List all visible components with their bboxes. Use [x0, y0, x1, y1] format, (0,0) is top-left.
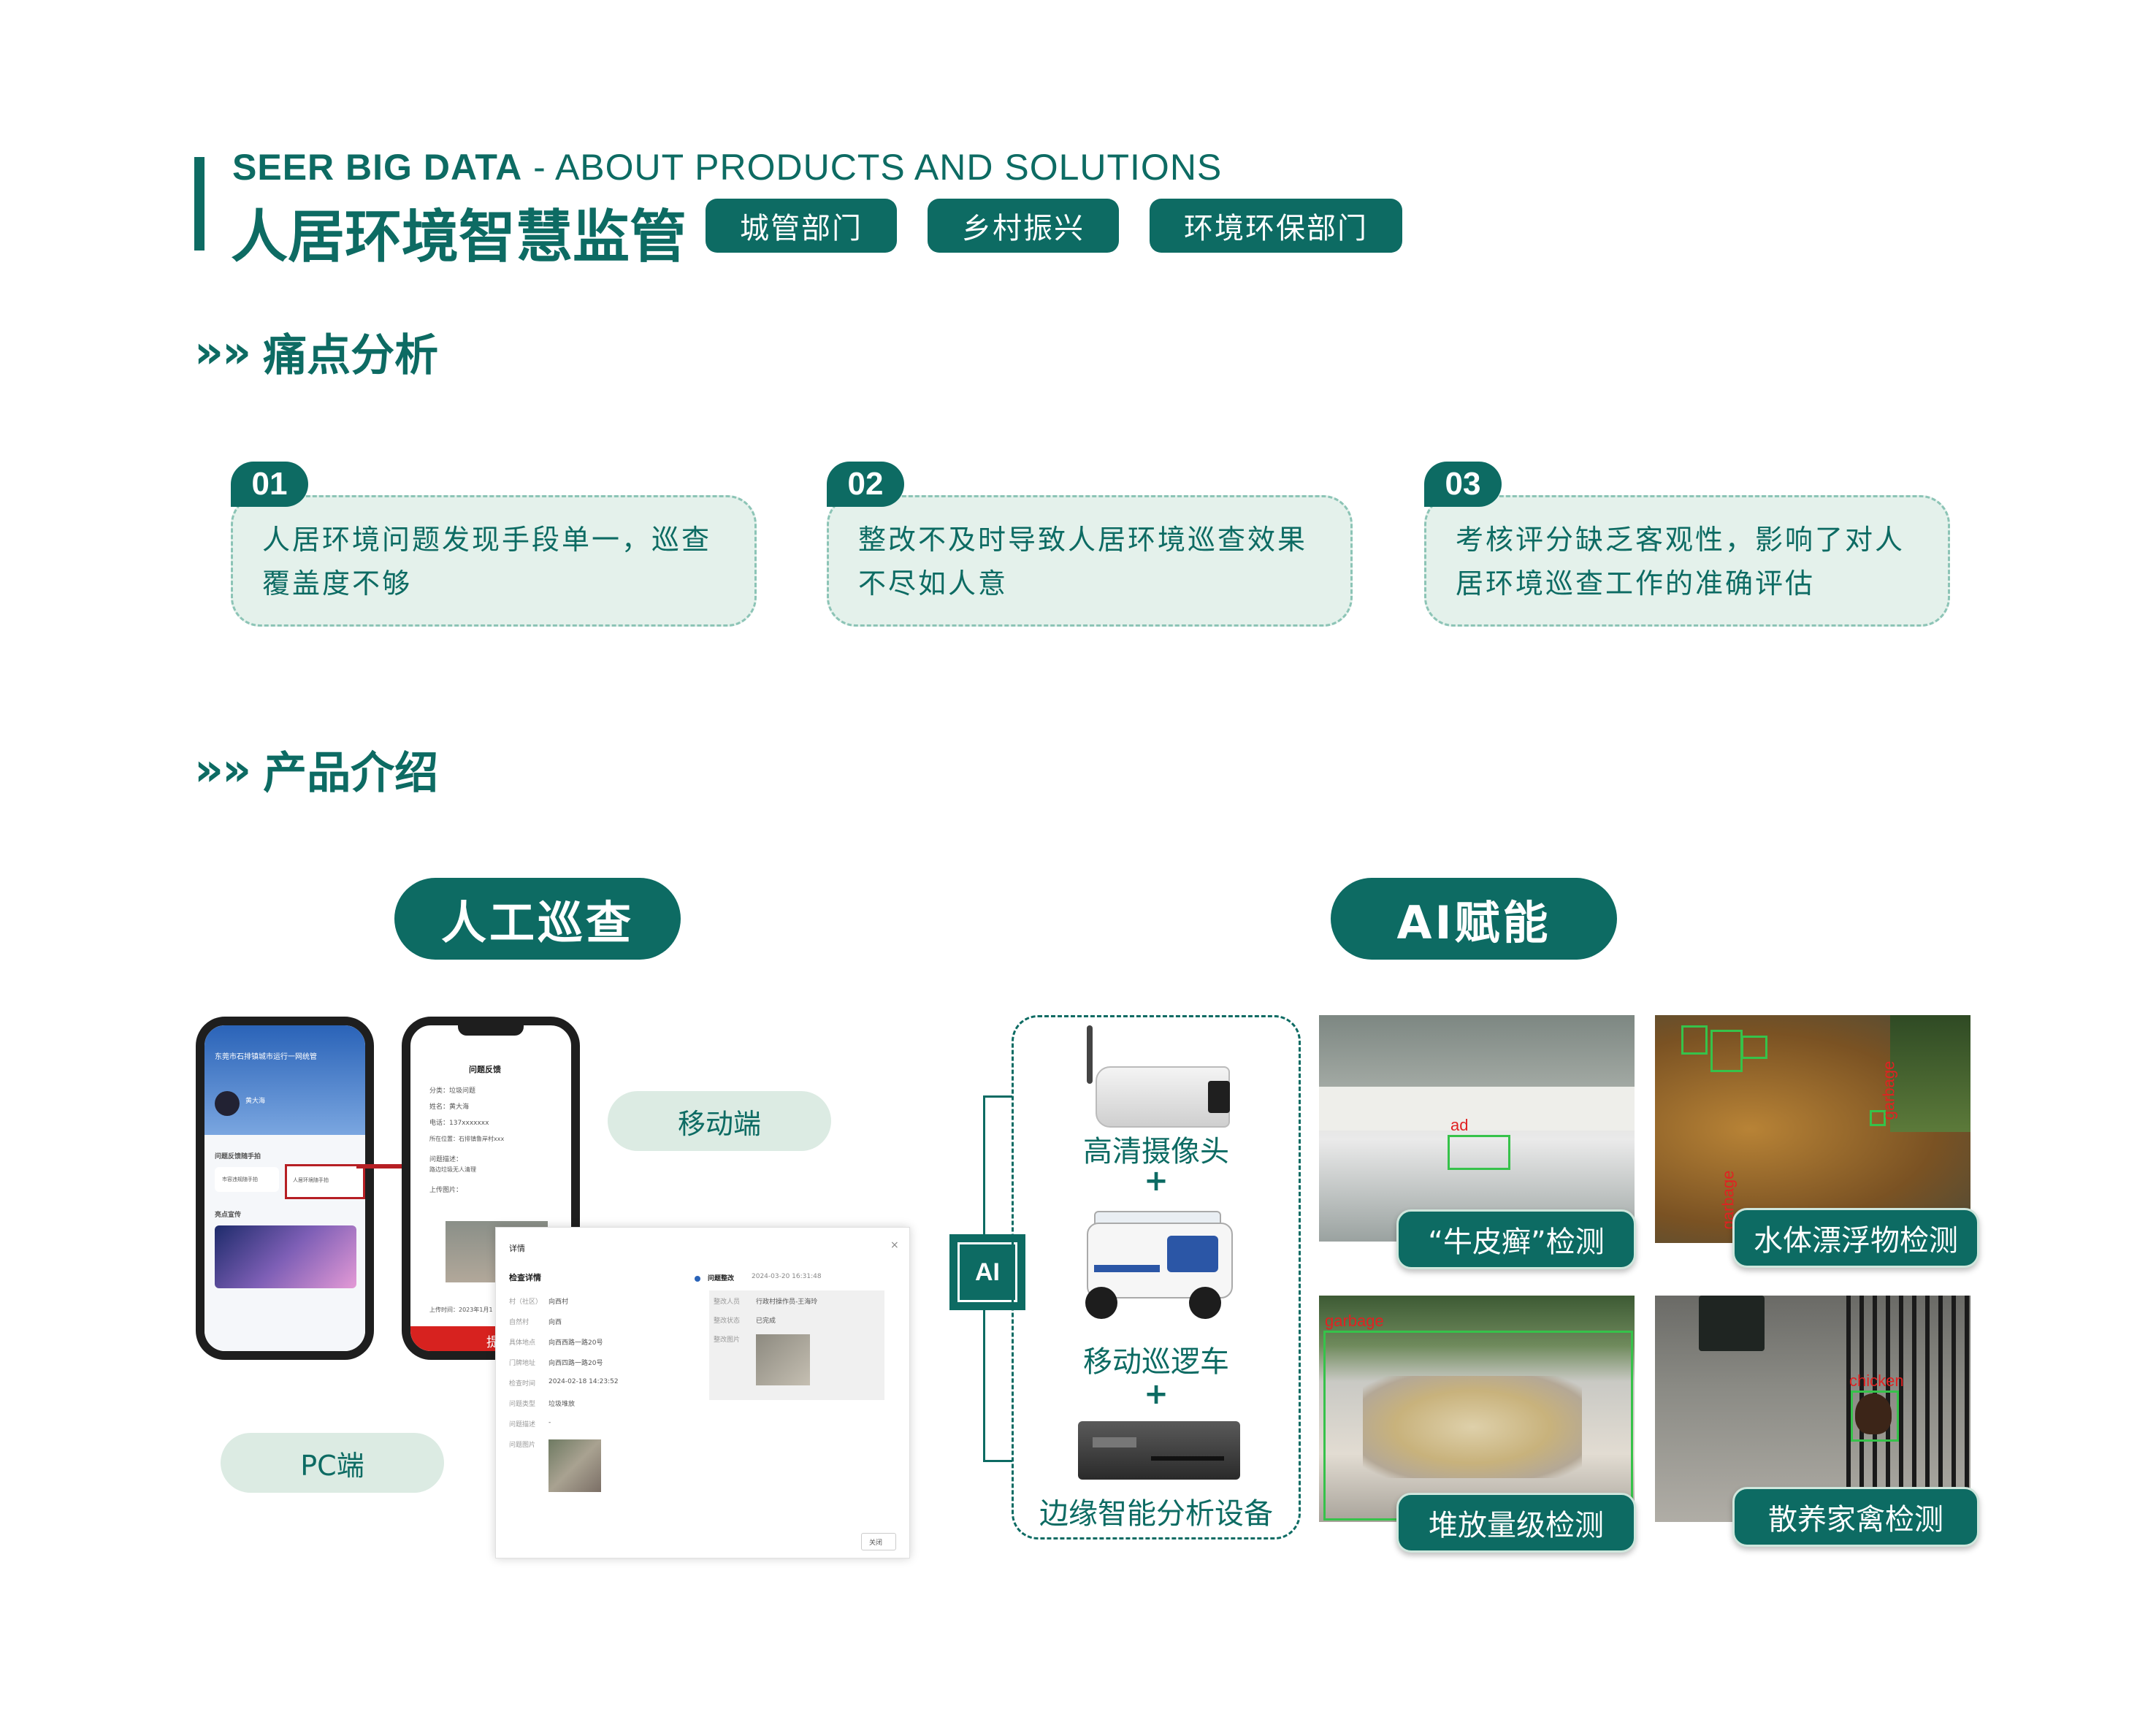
- field-label: 问题描述: [509, 1421, 536, 1428]
- pain-number-badge: 01: [231, 462, 308, 507]
- field-value: 向西西路一路20号: [548, 1339, 603, 1347]
- brand-subtitle: - ABOUT PRODUCTS AND SOLUTIONS: [522, 147, 1223, 188]
- form-row: 上传图片：: [429, 1187, 463, 1194]
- form-row: 问题描述：: [429, 1156, 463, 1163]
- rectify-title: 问题整改: [708, 1275, 735, 1282]
- env-report-button[interactable]: 人居环境随手拍: [285, 1164, 365, 1199]
- report-button[interactable]: 市容违规随手拍: [215, 1167, 279, 1192]
- mobile-phone-home: 东莞市石排镇城市运行一网统管 黄大海 问题反馈随手拍 市容违规随手拍 人居环境随…: [196, 1017, 374, 1360]
- field-value: 向西: [548, 1319, 562, 1326]
- detection-label-poultry: 散养家禽检测: [1732, 1487, 1979, 1547]
- rectify-panel: 整改人员 行政村操作员-王海玲 整改状态 已完成 整改图片: [709, 1290, 884, 1400]
- section-title: 产品介绍: [263, 748, 439, 799]
- ai-empower-pill: AI赋能: [1331, 878, 1617, 960]
- chevron-double-right-icon: »: [222, 325, 251, 378]
- field-value: -: [548, 1419, 551, 1426]
- problem-image[interactable]: [548, 1439, 601, 1492]
- close-icon[interactable]: ×: [890, 1239, 899, 1251]
- detection-photo-ad: ad: [1319, 1015, 1635, 1242]
- section-pain-points: » » 痛点分析: [194, 320, 438, 383]
- pain-number-badge: 03: [1424, 462, 1502, 507]
- field-label: 检查时间: [509, 1380, 536, 1388]
- field-label: 自然村: [509, 1319, 530, 1326]
- chevron-double-right-icon: »: [194, 743, 223, 796]
- device-label: 边缘智能分析设备: [1039, 1497, 1273, 1531]
- field-label: 问题类型: [509, 1401, 536, 1408]
- field-label: 村（社区）: [509, 1298, 543, 1306]
- pain-text: 整改不及时导致人居环境巡查效果不尽如人意: [858, 524, 1308, 600]
- tag-rural-revitalization: 乡村振兴: [928, 199, 1119, 253]
- pc-detail-window: 详情 × 检查详情 村（社区） 向西村 自然村 向西 具体地点 向西西路一路20…: [495, 1227, 910, 1558]
- avatar: [215, 1091, 240, 1116]
- pain-card-1: 人居环境问题发现手段单一，巡查覆盖度不够: [231, 495, 757, 627]
- brand-name: SEER BIG DATA: [232, 147, 523, 188]
- mobile-label-pill: 移动端: [608, 1091, 831, 1151]
- section-label: 问题反馈随手拍: [215, 1153, 261, 1160]
- section-product-intro: » » 产品介绍: [194, 738, 438, 801]
- field-label: 问题图片: [509, 1442, 536, 1449]
- user-name: 黄大海: [245, 1098, 266, 1105]
- form-row: 分类：垃圾问题: [429, 1087, 476, 1095]
- tag-urban-management: 城管部门: [706, 199, 897, 253]
- field-label: 具体地点: [509, 1339, 536, 1347]
- detection-label-pile: 堆放量级检测: [1396, 1493, 1636, 1553]
- form-row: 所在位置：石排镇鲁岸村xxx: [429, 1136, 505, 1142]
- pain-text: 考核评分缺乏客观性，影响了对人居环境巡查工作的准确评估: [1456, 524, 1905, 600]
- close-button[interactable]: 关闭: [861, 1533, 896, 1550]
- plus-icon: +: [1144, 1164, 1169, 1198]
- bbox-label: garbage: [1879, 1060, 1898, 1120]
- field-value: 向西四路一路20号: [548, 1360, 603, 1367]
- timeline-dot-icon: [695, 1276, 700, 1282]
- detection-label-ad: “牛皮癣”检测: [1396, 1209, 1636, 1269]
- bbox: [1448, 1135, 1510, 1170]
- accent-bar: [194, 157, 204, 250]
- pain-card-2: 整改不及时导致人居环境巡查效果不尽如人意: [827, 495, 1353, 627]
- camera-antenna: [1087, 1025, 1093, 1084]
- section-label: 亮点宣传: [215, 1212, 242, 1219]
- section-title: 痛点分析: [263, 330, 439, 381]
- chevron-double-right-icon: »: [194, 325, 223, 378]
- phone-header-title: 东莞市石排镇城市运行一网统管: [215, 1053, 317, 1061]
- bracket-line: [983, 1460, 1012, 1462]
- device-label: 移动巡逻车: [1083, 1345, 1229, 1379]
- form-row: 姓名：黄大海: [429, 1104, 470, 1111]
- bbox-label: ad: [1450, 1116, 1469, 1134]
- window-title: 详情: [509, 1244, 525, 1253]
- manual-inspection-pill: 人工巡查: [394, 878, 681, 960]
- form-row: 路边垃圾无人清理: [429, 1166, 476, 1173]
- banner-image[interactable]: [215, 1225, 356, 1288]
- patrol-car-icon: [1079, 1206, 1236, 1323]
- field-label: 门牌地址: [509, 1360, 536, 1367]
- edge-device-icon: [1078, 1421, 1240, 1480]
- page-title: 人居环境智慧监管: [231, 204, 687, 270]
- field-value: 向西村: [548, 1298, 569, 1306]
- pain-card-3: 考核评分缺乏客观性，影响了对人居环境巡查工作的准确评估: [1424, 495, 1950, 627]
- bbox-label: chicken: [1849, 1372, 1904, 1390]
- pain-number-badge: 02: [827, 462, 904, 507]
- detection-label-water: 水体漂浮物检测: [1732, 1208, 1979, 1268]
- tag-environment-department: 环境环保部门: [1150, 199, 1402, 253]
- rectify-image[interactable]: [756, 1334, 810, 1385]
- chevron-double-right-icon: »: [222, 743, 251, 796]
- upload-time: 上传时间：2023年1月1: [429, 1307, 493, 1313]
- detail-subtitle: 检查详情: [509, 1273, 541, 1282]
- bracket-line: [983, 1095, 1012, 1098]
- detection-photo-pile: garbage: [1319, 1296, 1635, 1522]
- plus-icon: +: [1144, 1377, 1169, 1411]
- form-row: 电话：137xxxxxxx: [429, 1120, 489, 1127]
- field-value: 垃圾堆放: [548, 1401, 576, 1408]
- flow-arrow: [356, 1164, 408, 1169]
- phone-header-title: 问题反馈: [469, 1065, 501, 1074]
- hd-camera-icon: [1096, 1066, 1230, 1128]
- brand-line: SEER BIG DATA - ABOUT PRODUCTS AND SOLUT…: [232, 146, 1222, 188]
- rectify-time: 2024-03-20 16:31:48: [752, 1273, 822, 1280]
- pain-text: 人居环境问题发现手段单一，巡查覆盖度不够: [262, 524, 712, 600]
- pc-label-pill: PC端: [221, 1433, 444, 1493]
- field-value: 2024-02-18 14:23:52: [548, 1378, 619, 1385]
- bbox-label: garbage: [1325, 1312, 1384, 1330]
